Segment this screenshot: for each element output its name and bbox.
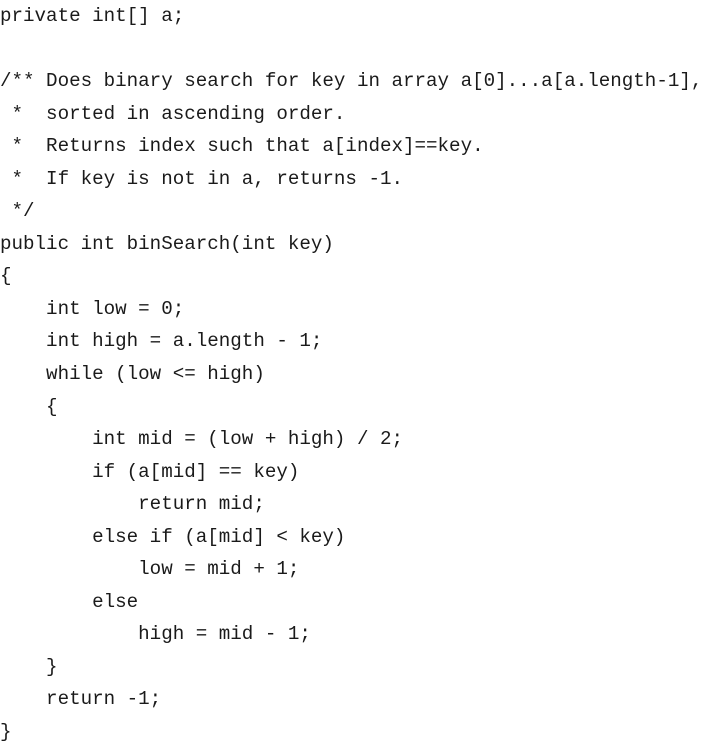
- return-statement-line: return -1;: [0, 688, 162, 711]
- method-close-brace-line: }: [0, 721, 12, 744]
- code-listing: private int[] a; /** Does binary search f…: [0, 0, 702, 749]
- loop-close-brace-line: }: [0, 655, 58, 678]
- method-signature-line: public int binSearch(int key): [0, 232, 334, 255]
- method-open-brace-line: {: [0, 265, 12, 288]
- code-line: int high = a.length - 1;: [0, 330, 323, 353]
- if-statement-line: if (a[mid] == key): [0, 460, 300, 483]
- code-line: int low = 0;: [0, 297, 185, 320]
- else-statement-line: else: [0, 590, 139, 613]
- field-declaration-line: private int[] a;: [0, 5, 185, 27]
- javadoc-comment-line: /** Does binary search for key in array …: [0, 70, 703, 93]
- code-line: low = mid + 1;: [0, 558, 300, 581]
- javadoc-comment-end-line: */: [0, 200, 35, 223]
- code-line: high = mid - 1;: [0, 623, 311, 646]
- return-statement-line: return mid;: [0, 493, 265, 516]
- javadoc-comment-line: * sorted in ascending order.: [0, 102, 346, 125]
- while-loop-line: while (low <= high): [0, 363, 265, 386]
- code-line: int mid = (low + high) / 2;: [0, 428, 404, 451]
- loop-open-brace-line: {: [0, 395, 58, 418]
- javadoc-comment-line: * If key is not in a, returns -1.: [0, 167, 404, 190]
- else-if-statement-line: else if (a[mid] < key): [0, 525, 346, 548]
- javadoc-comment-line: * Returns index such that a[index]==key.: [0, 135, 484, 158]
